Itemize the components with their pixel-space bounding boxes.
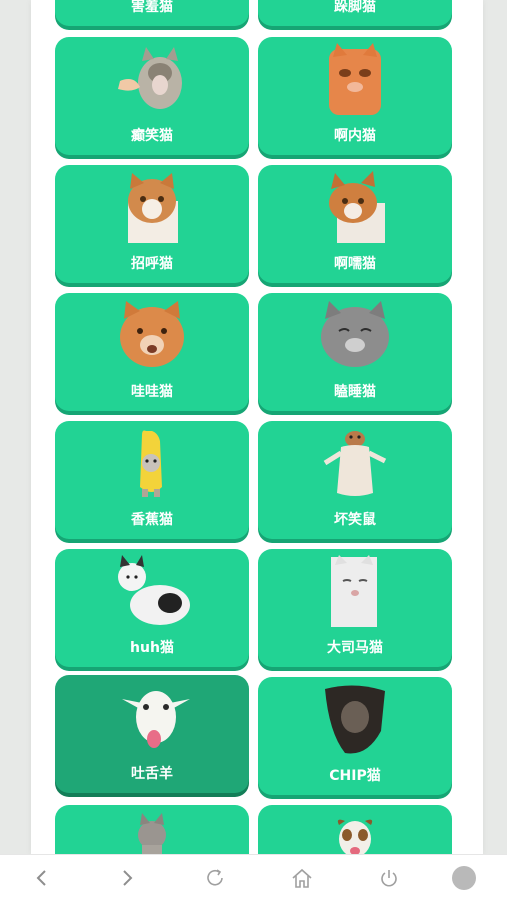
sticker-grid-page: 害羞猫 跺脚猫 癫笑猫 啊内猫 招呼猫 啊嚅猫 哇哇猫 瞌睡猫 香蕉猫 坏笑鼠 … [31,0,483,855]
sticker-card[interactable] [55,805,249,855]
reload-button[interactable] [200,863,230,893]
reload-icon [207,869,223,886]
capybara-icon [323,431,387,496]
grey-cat-icon [138,813,166,855]
home-icon [292,868,312,888]
card-label: CHIP猫 [329,768,381,784]
sticker-card-tongue-goat[interactable]: 吐舌羊 [55,675,249,793]
sticker-card-huh-cat[interactable]: huh猫 [55,549,249,667]
home-button[interactable] [287,863,317,893]
card-label: 啊内猫 [334,128,376,144]
sticker-card-dasima-cat[interactable]: 大司马猫 [258,549,452,667]
card-label: 哇哇猫 [131,384,173,400]
sticker-card-laughing-cat[interactable]: 癫笑猫 [55,37,249,155]
card-label: 害羞猫 [131,0,173,15]
circle-icon [452,866,476,890]
card-label: 啊嚅猫 [334,256,376,272]
sticker-card-wawa-cat[interactable]: 哇哇猫 [55,293,249,411]
back-button[interactable] [27,863,57,893]
orange-cat-icon [120,301,184,367]
grey-cat-icon [321,301,389,367]
dog-icon [337,819,373,855]
card-label: 坏笑鼠 [334,512,376,528]
menu-button[interactable] [449,863,479,893]
white-cat-icon [118,555,190,625]
card-label: 瞌睡猫 [334,384,376,400]
card-label: 吐舌羊 [131,766,173,782]
card-label: huh猫 [130,640,174,656]
card-label: 大司马猫 [327,640,383,656]
sticker-card-banana-cat[interactable]: 香蕉猫 [55,421,249,539]
power-button[interactable] [374,863,404,893]
sticker-card-stomp-cat[interactable]: 跺脚猫 [258,0,452,26]
dark-cat-icon [325,685,385,754]
laughing-cat-icon [118,47,182,109]
sticker-card-greeting-cat[interactable]: 招呼猫 [55,165,249,283]
card-label: 癫笑猫 [131,128,173,144]
sticker-card[interactable] [258,805,452,855]
sticker-card-smirk-rat[interactable]: 坏笑鼠 [258,421,452,539]
sticker-card-chip-cat[interactable]: CHIP猫 [258,677,452,795]
back-icon [36,870,46,886]
forward-icon [123,870,133,886]
sticker-card-shy-cat[interactable]: 害羞猫 [55,0,249,26]
sticker-card-anu-cat[interactable]: 啊嚅猫 [258,165,452,283]
white-cat-icon [331,555,377,627]
sticker-card-sleepy-cat[interactable]: 瞌睡猫 [258,293,452,411]
tabby-cat-icon [128,173,178,243]
banana-cat-icon [140,430,162,497]
tabby-cat-icon [329,171,385,243]
forward-button[interactable] [112,863,142,893]
card-label: 跺脚猫 [334,0,376,15]
bottom-nav-bar [0,854,507,900]
sticker-card-anei-cat[interactable]: 啊内猫 [258,37,452,155]
card-label: 香蕉猫 [131,512,173,528]
power-icon [381,870,397,887]
orange-cat-icon [329,43,381,115]
goat-icon [122,691,190,748]
card-label: 招呼猫 [131,256,173,272]
